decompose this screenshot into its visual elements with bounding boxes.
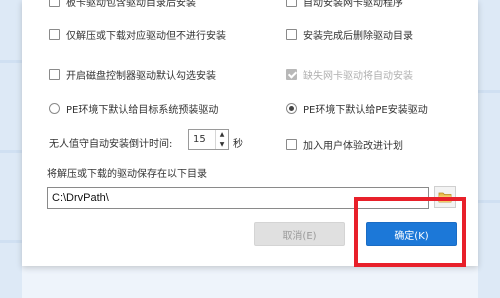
option-label: 自动安装网卡驱动程序 [303,0,403,9]
checkbox[interactable] [49,29,60,40]
background-right [478,0,500,298]
radio-button[interactable] [49,103,60,114]
option-label: 加入用户体验改进计划 [303,141,403,152]
countdown-unit: 秒 [233,139,243,150]
option-join-program[interactable]: 加入用户体验改进计划 [286,137,403,152]
radio-label: PE环境下默认给PE安装驱动 [303,105,428,116]
option-label: 板卡驱动包含驱动目录后安装 [66,0,196,9]
save-path-input[interactable]: C:\DrvPath\ [47,187,429,209]
option-extract-only[interactable]: 仅解压或下载对应驱动但不进行安装 [49,27,226,42]
checkbox[interactable] [286,0,297,7]
checkbox[interactable] [49,0,60,7]
folder-icon [438,188,452,207]
option-delete-after-install[interactable]: 安装完成后删除驱动目录 [286,27,413,42]
spin-up-icon[interactable]: ▲ [216,130,228,140]
radio-pe-install-pe[interactable]: PE环境下默认给PE安装驱动 [286,101,428,116]
radio-button-selected[interactable] [286,103,297,114]
checkbox[interactable] [286,29,297,40]
cancel-button[interactable]: 取消(E) [254,222,345,246]
countdown-value[interactable]: 15 [189,130,215,149]
radio-label: PE环境下默认给目标系统预装驱动 [66,105,219,116]
option-missing-nic-auto: 缺失网卡驱动将自动安装 [286,67,413,82]
background-left [0,0,22,298]
option-label: 安装完成后删除驱动目录 [303,31,413,42]
radio-pe-target-system[interactable]: PE环境下默认给目标系统预装驱动 [49,101,218,116]
ok-button[interactable]: 确定(K) [366,222,457,246]
browse-folder-button[interactable] [434,186,456,208]
option-label: 缺失网卡驱动将自动安装 [303,71,413,82]
countdown-spinbox[interactable]: 15 ▲ ▼ [188,129,229,150]
option-enable-disk-controller[interactable]: 开启磁盘控制器驱动默认勾选安装 [49,67,216,82]
option-row-top-left[interactable]: 板卡驱动包含驱动目录后安装 [49,0,196,9]
checkbox-checked-disabled [286,69,297,80]
checkbox[interactable] [286,139,297,150]
checkbox[interactable] [49,69,60,80]
settings-dialog: 板卡驱动包含驱动目录后安装 自动安装网卡驱动程序 仅解压或下载对应驱动但不进行安… [22,0,478,266]
option-row-top-right[interactable]: 自动安装网卡驱动程序 [286,0,403,9]
countdown-label: 无人值守自动安装倒计时间: [49,139,173,150]
spin-down-icon[interactable]: ▼ [216,140,228,150]
option-label: 仅解压或下载对应驱动但不进行安装 [66,31,226,42]
option-label: 开启磁盘控制器驱动默认勾选安装 [66,71,216,82]
save-dir-label: 将解压或下载的驱动保存在以下目录 [47,169,207,180]
